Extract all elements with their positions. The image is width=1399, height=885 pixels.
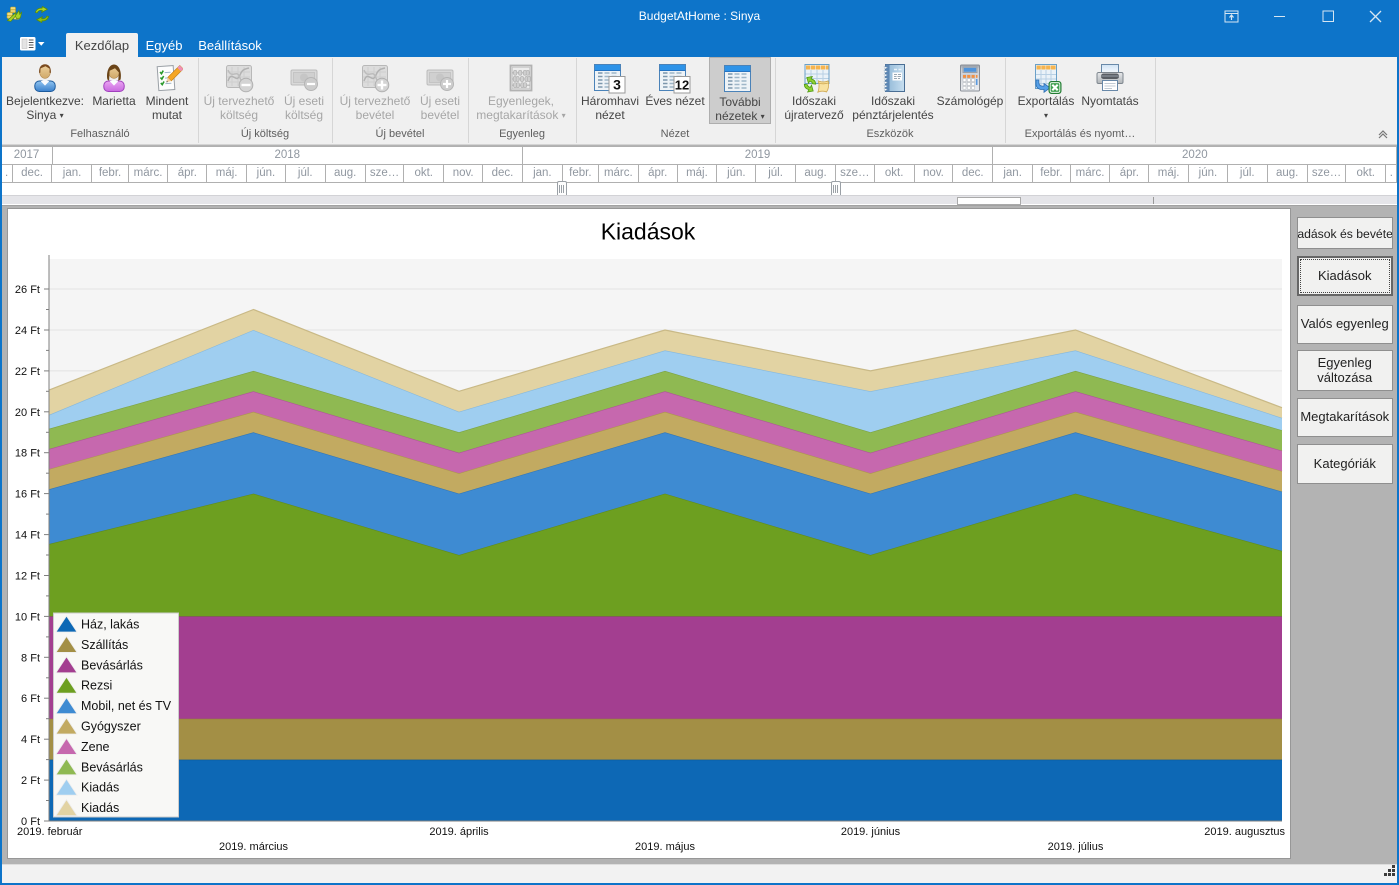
svg-text:2 Ft: 2 Ft (21, 775, 40, 787)
svg-text:2019. augusztus: 2019. augusztus (1204, 826, 1285, 838)
svg-text:14 Ft: 14 Ft (15, 530, 40, 542)
svg-text:12: 12 (675, 78, 689, 93)
svg-text:16 Ft: 16 Ft (15, 489, 40, 501)
svg-text:2019. július: 2019. július (1048, 841, 1104, 853)
svg-text:Kiadás: Kiadás (81, 781, 119, 795)
svg-text:2019. május: 2019. május (635, 841, 695, 853)
svg-text:6 Ft: 6 Ft (21, 693, 40, 705)
svg-text:Bevásárlás: Bevásárlás (81, 760, 143, 774)
svg-text:Gyógyszer: Gyógyszer (81, 720, 141, 734)
svg-text:4 Ft: 4 Ft (21, 734, 40, 746)
svg-text:24 Ft: 24 Ft (15, 325, 40, 337)
svg-text:3: 3 (613, 77, 621, 93)
svg-text:Rezsi: Rezsi (81, 679, 112, 693)
svg-text:18 Ft: 18 Ft (15, 448, 40, 460)
svg-text:8 Ft: 8 Ft (21, 652, 40, 664)
svg-text:Ház, lakás: Ház, lakás (81, 618, 139, 632)
svg-text:Zene: Zene (81, 740, 110, 754)
svg-text:10 Ft: 10 Ft (15, 611, 40, 623)
svg-text:Mobil, net és TV: Mobil, net és TV (81, 699, 172, 713)
svg-text:26 Ft: 26 Ft (15, 284, 40, 296)
svg-text:2019. április: 2019. április (429, 826, 489, 838)
svg-text:22 Ft: 22 Ft (15, 366, 40, 378)
svg-text:Kiadások: Kiadások (601, 219, 696, 245)
svg-text:20 Ft: 20 Ft (15, 407, 40, 419)
svg-text:Szállítás: Szállítás (81, 638, 128, 652)
svg-text:Bevásárlás: Bevásárlás (81, 658, 143, 672)
svg-text:2019. február: 2019. február (17, 826, 83, 838)
svg-text:2019. június: 2019. június (841, 826, 901, 838)
svg-text:12 Ft: 12 Ft (15, 571, 40, 583)
svg-text:Kiadás: Kiadás (81, 801, 119, 815)
svg-text:2019. március: 2019. március (219, 841, 289, 853)
